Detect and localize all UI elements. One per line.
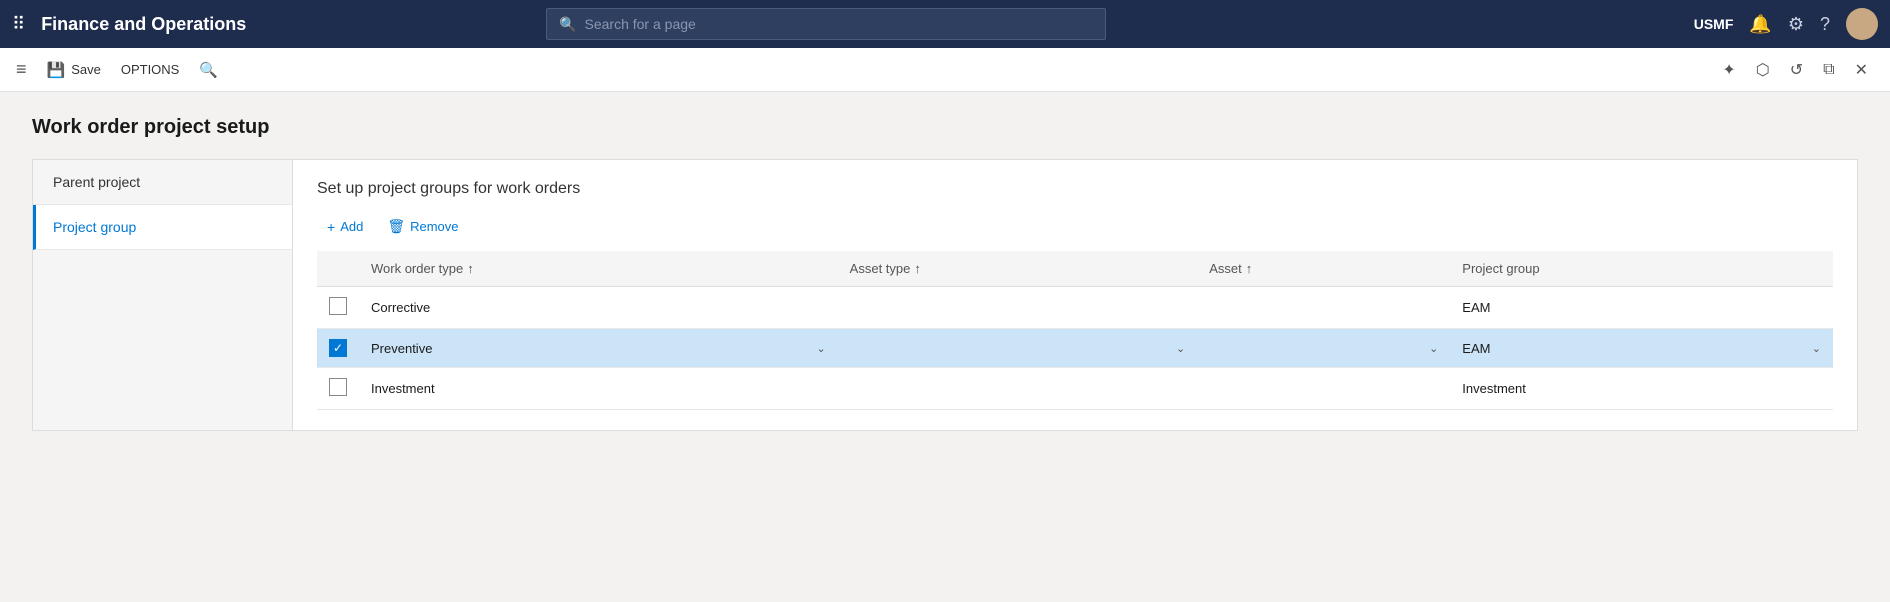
- remove-button[interactable]: 🗑 Remove: [377, 214, 468, 239]
- cell-asset-corrective: [1197, 287, 1450, 329]
- table-scroll: Work order type ↑ Asset type ↑: [317, 251, 1833, 410]
- table-row: Investment Investment: [317, 368, 1833, 410]
- options-button[interactable]: OPTIONS: [113, 58, 188, 81]
- cell-asset-type-preventive[interactable]: ⌄: [838, 329, 1198, 368]
- left-panel: Parent project Project group: [33, 160, 293, 430]
- magic-icon[interactable]: ✦: [1716, 56, 1741, 84]
- nav-right: USMF 🔔 ⚙ ?: [1694, 8, 1878, 40]
- office-icon[interactable]: ⬡: [1750, 56, 1776, 84]
- checkbox-preventive[interactable]: ✓: [329, 339, 347, 357]
- search-icon: 🔍: [559, 16, 576, 33]
- col-asset-type[interactable]: Asset type ↑: [838, 251, 1198, 287]
- sort-icon-asset-type: ↑: [914, 261, 921, 276]
- page-title: Work order project setup: [32, 116, 1858, 139]
- col-check: [317, 251, 359, 287]
- company-label: USMF: [1694, 16, 1734, 32]
- save-button[interactable]: 💾 Save: [39, 57, 109, 83]
- row-check-preventive[interactable]: ✓: [317, 329, 359, 368]
- toolbar: ≡ 💾 Save OPTIONS 🔍 ✦ ⬡ ↺ ⧉ ✕: [0, 48, 1890, 92]
- toolbar-right: ✦ ⬡ ↺ ⧉ ✕: [1716, 56, 1874, 84]
- search-toolbar-icon: 🔍: [199, 61, 218, 79]
- grid-icon[interactable]: ⠿: [12, 14, 25, 35]
- checkbox-corrective[interactable]: [329, 297, 347, 315]
- trash-icon: 🗑: [387, 218, 405, 235]
- cell-asset-preventive[interactable]: ⌄: [1197, 329, 1450, 368]
- sort-icon-work-order-type: ↑: [467, 261, 474, 276]
- main-content: Work order project setup Parent project …: [0, 92, 1890, 602]
- table-row: Corrective EAM: [317, 287, 1833, 329]
- search-bar: 🔍: [546, 8, 1106, 40]
- add-button[interactable]: + Add: [317, 215, 373, 239]
- app-title: Finance and Operations: [41, 14, 246, 35]
- col-project-group[interactable]: Project group: [1450, 251, 1833, 287]
- row-check-investment[interactable]: [317, 368, 359, 410]
- cell-project-group-corrective: EAM: [1450, 287, 1833, 329]
- chevron-down-icon[interactable]: ⌄: [1176, 342, 1185, 355]
- top-nav: ⠿ Finance and Operations 🔍 USMF 🔔 ⚙ ?: [0, 0, 1890, 48]
- cell-asset-investment: [1197, 368, 1450, 410]
- right-panel: Set up project groups for work orders + …: [293, 160, 1857, 430]
- avatar[interactable]: [1846, 8, 1878, 40]
- col-asset[interactable]: Asset ↑: [1197, 251, 1450, 287]
- popout-icon[interactable]: ⧉: [1817, 57, 1840, 83]
- cell-work-order-type-preventive[interactable]: Preventive ⌄: [359, 329, 838, 368]
- settings-icon[interactable]: ⚙: [1788, 14, 1804, 35]
- refresh-icon[interactable]: ↺: [1784, 56, 1809, 84]
- cell-project-group-preventive[interactable]: EAM ⌄: [1450, 329, 1833, 368]
- data-table: Work order type ↑ Asset type ↑: [317, 251, 1833, 410]
- add-icon: +: [327, 219, 335, 235]
- col-work-order-type[interactable]: Work order type ↑: [359, 251, 838, 287]
- cell-asset-type-investment: [838, 368, 1198, 410]
- checkbox-investment[interactable]: [329, 378, 347, 396]
- chevron-down-icon[interactable]: ⌄: [1812, 342, 1821, 355]
- table-row: ✓ Preventive ⌄ ⌄: [317, 329, 1833, 368]
- panels: Parent project Project group Set up proj…: [32, 159, 1858, 431]
- cell-work-order-type-corrective: Corrective: [359, 287, 838, 329]
- bell-icon[interactable]: 🔔: [1749, 14, 1771, 35]
- chevron-down-icon[interactable]: ⌄: [816, 342, 825, 355]
- sort-icon-asset: ↑: [1246, 261, 1253, 276]
- search-input[interactable]: [585, 16, 1094, 32]
- section-heading: Set up project groups for work orders: [317, 180, 1833, 198]
- row-check-corrective[interactable]: [317, 287, 359, 329]
- save-icon: 💾: [47, 61, 66, 79]
- cell-work-order-type-investment: Investment: [359, 368, 838, 410]
- table-header-row: Work order type ↑ Asset type ↑: [317, 251, 1833, 287]
- search-toolbar-button[interactable]: 🔍: [191, 57, 226, 83]
- sidebar-item-parent-project[interactable]: Parent project: [33, 160, 292, 205]
- help-icon[interactable]: ?: [1820, 14, 1830, 35]
- cell-project-group-investment: Investment: [1450, 368, 1833, 410]
- hamburger-icon[interactable]: ≡: [16, 59, 27, 80]
- close-icon[interactable]: ✕: [1849, 56, 1874, 84]
- sidebar-item-project-group[interactable]: Project group: [33, 205, 292, 250]
- chevron-down-icon[interactable]: ⌄: [1429, 342, 1438, 355]
- panel-toolbar: + Add 🗑 Remove: [317, 214, 1833, 239]
- cell-asset-type-corrective: [838, 287, 1198, 329]
